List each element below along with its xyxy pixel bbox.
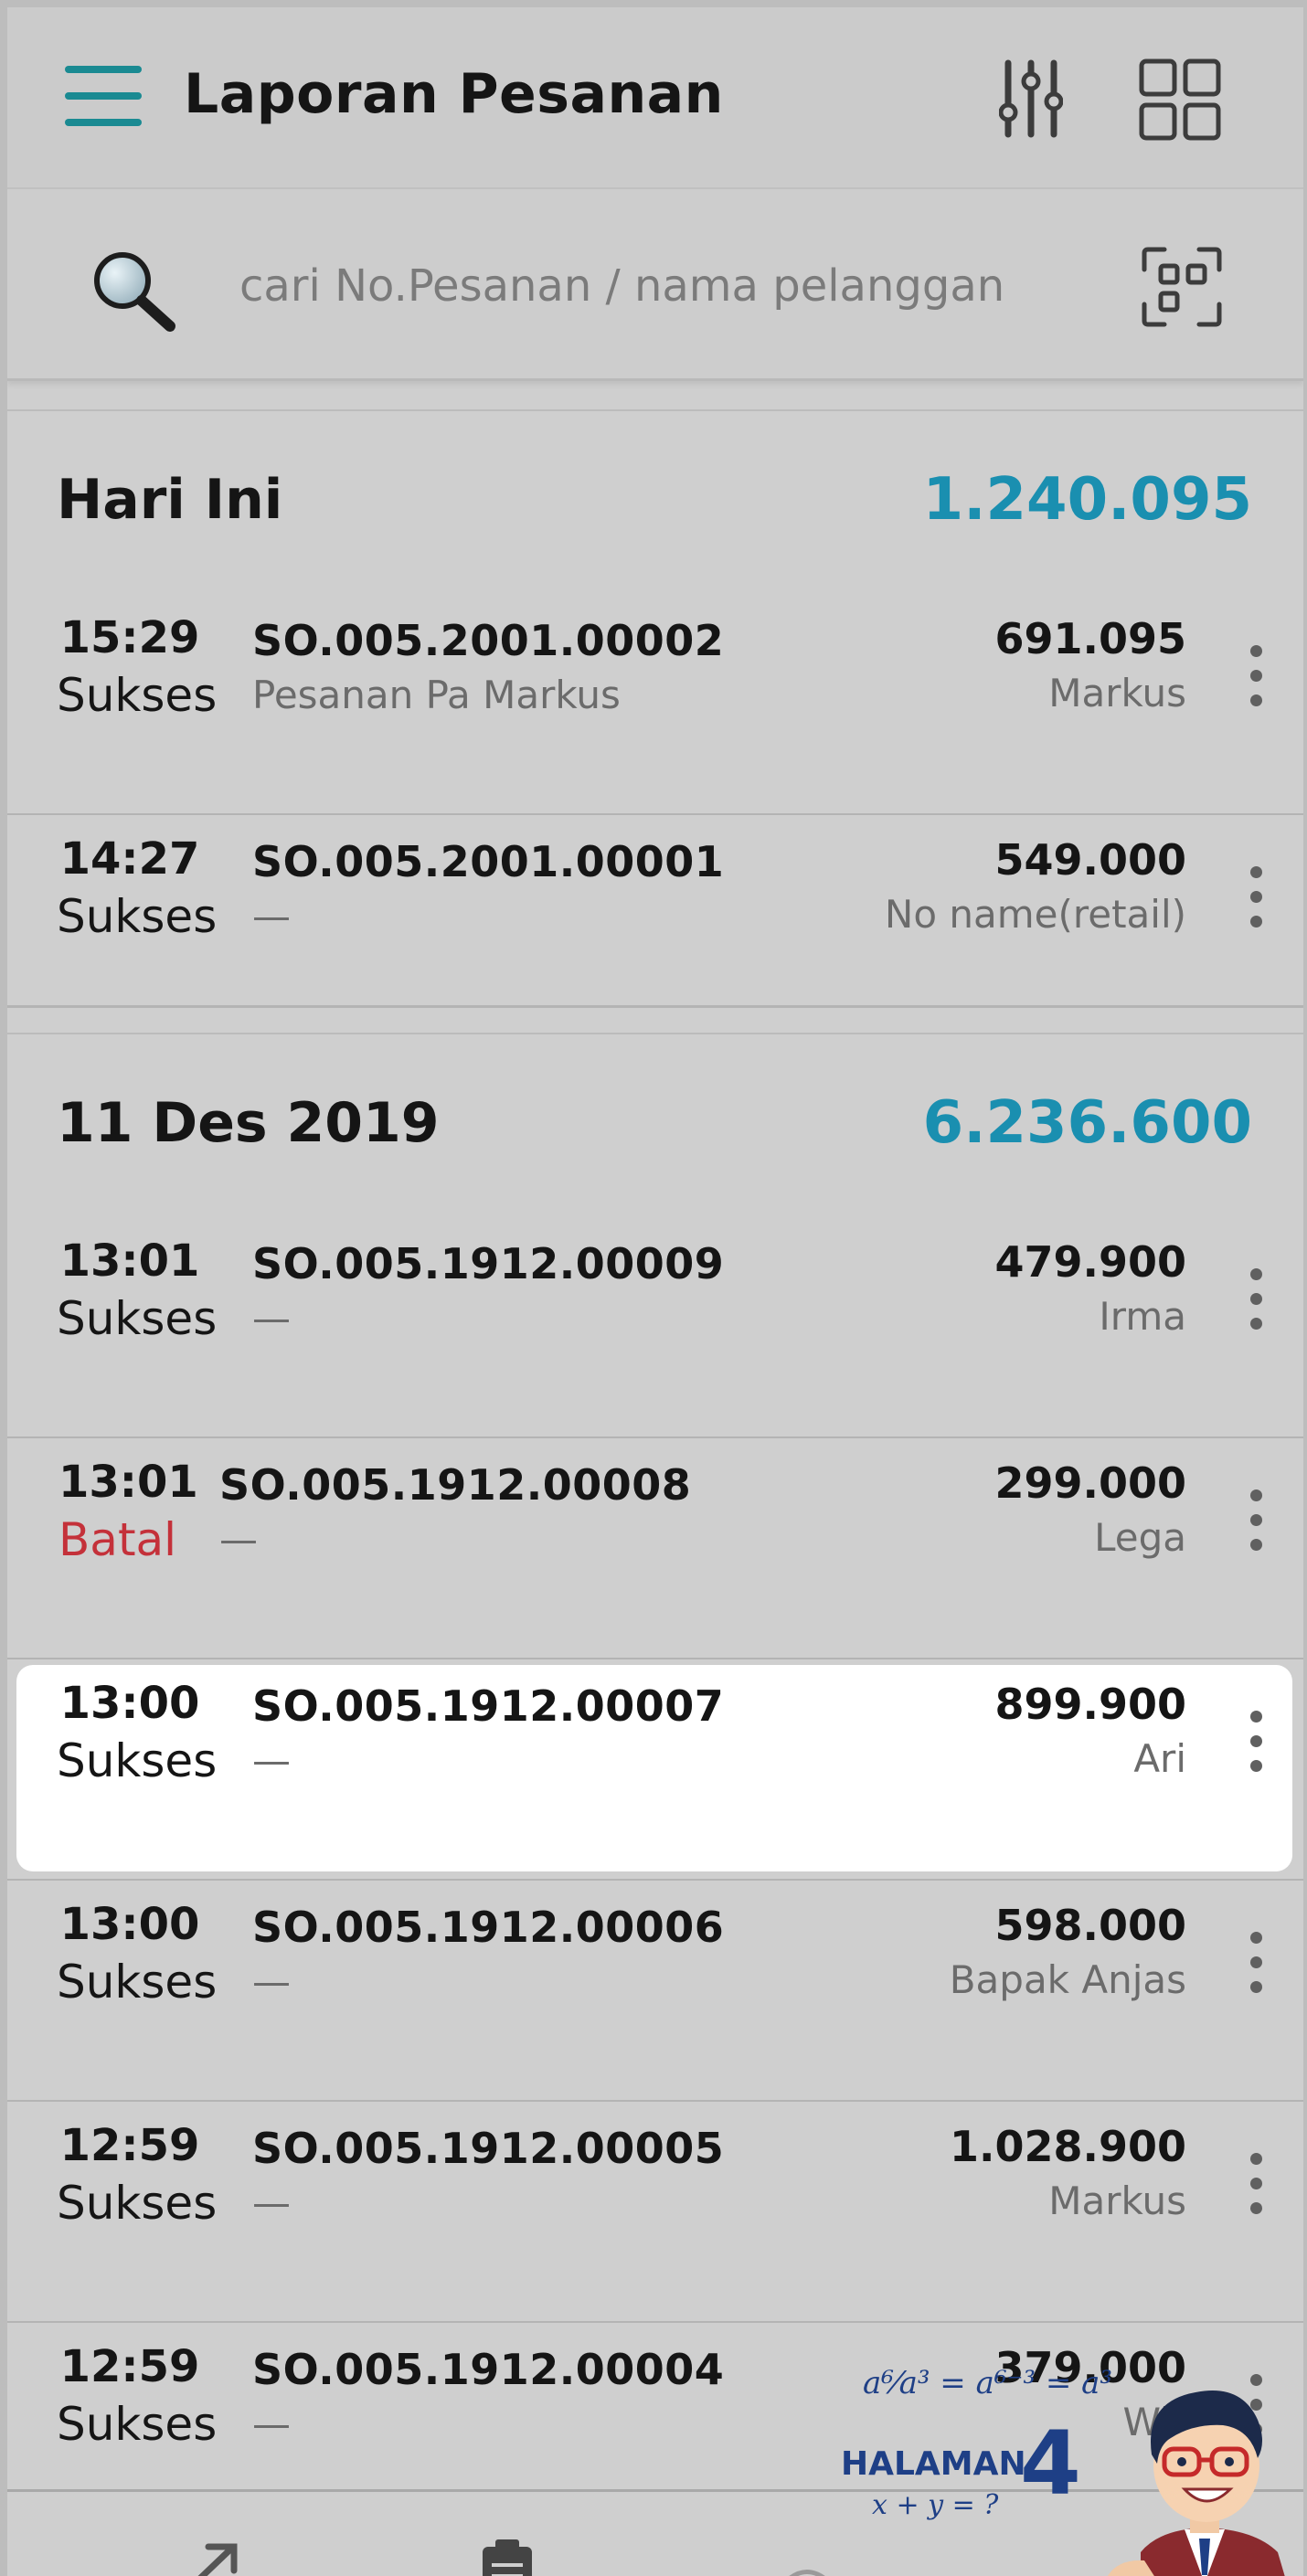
more-options-icon[interactable] [1247, 863, 1265, 936]
order-status: Sukses [57, 1292, 218, 1345]
order-note: — [252, 1296, 291, 1341]
order-note: — [252, 1738, 291, 1783]
order-amount: 598.000 [994, 1901, 1186, 1950]
order-number: SO.005.1912.00007 [252, 1681, 725, 1731]
grid-view-icon[interactable] [1139, 58, 1221, 141]
order-time: 15:29 [59, 612, 200, 663]
group-total: 1.240.095 [922, 466, 1252, 534]
order-row[interactable]: 15:29 Sukses SO.005.2001.00002 Pesanan P… [7, 594, 1303, 815]
hamburger-menu-icon[interactable] [65, 66, 142, 126]
order-amount: 1.028.900 [950, 2122, 1186, 2171]
promo-page-number: 4 [1020, 2412, 1081, 2515]
order-number: SO.005.2001.00002 [252, 616, 725, 665]
customer-name: Markus [1048, 671, 1186, 716]
order-amount: 479.900 [994, 1237, 1186, 1287]
group-date: 11 Des 2019 [57, 1091, 440, 1155]
more-options-icon[interactable] [1247, 1486, 1265, 1559]
more-options-icon[interactable] [1247, 1707, 1265, 1780]
order-amount: 691.095 [994, 614, 1186, 663]
order-time: 14:27 [59, 833, 200, 885]
order-amount: 549.000 [994, 835, 1186, 885]
customer-name: No name(retail) [884, 892, 1186, 937]
order-note: — [252, 2401, 291, 2446]
order-status: Sukses [57, 669, 218, 722]
more-options-icon[interactable] [1247, 2149, 1265, 2222]
order-status: Sukses [57, 1956, 218, 2009]
customer-name: Irma [1099, 1294, 1186, 1339]
promo-label: HALAMAN [841, 2445, 1026, 2483]
order-note: Pesanan Pa Markus [252, 673, 621, 717]
order-note: — [219, 1517, 258, 1562]
order-status: Sukses [57, 890, 218, 943]
order-status: Sukses [57, 2177, 218, 2230]
group-date: Hari Ini [57, 468, 283, 532]
more-options-icon[interactable] [1247, 641, 1265, 715]
order-row[interactable]: 13:01 Sukses SO.005.1912.00009 — 479.900… [7, 1217, 1303, 1438]
customer-name: Lega [1094, 1515, 1186, 1560]
order-number: SO.005.1912.00009 [252, 1239, 725, 1288]
order-amount: 299.000 [994, 1458, 1186, 1508]
order-time: 13:01 [58, 1457, 198, 1508]
order-number: SO.005.2001.00001 [252, 837, 725, 886]
order-note: — [252, 1959, 291, 2004]
search-input[interactable] [238, 244, 1064, 328]
filter-sliders-icon[interactable] [999, 58, 1063, 140]
order-row[interactable]: 12:59 Sukses SO.005.1912.00005 — 1.028.9… [7, 2102, 1303, 2323]
order-time: 12:59 [59, 2120, 200, 2171]
order-group-11-des-2019: 11 Des 2019 6.236.600 13:01 Sukses SO.00… [7, 1033, 1303, 2576]
app-screen: Laporan Pesanan cari No.Pesanan / nama p… [7, 7, 1303, 2576]
order-note: — [252, 894, 291, 938]
order-number: SO.005.1912.00006 [252, 1903, 725, 1952]
cartoon-teacher-icon [1108, 2390, 1285, 2576]
app-bar: Laporan Pesanan [7, 7, 1303, 189]
more-options-icon[interactable] [1247, 1265, 1265, 1338]
barcode-scan-icon[interactable] [1141, 246, 1223, 328]
order-status: Batal [58, 1513, 177, 1566]
group-header: 11 Des 2019 6.236.600 [7, 1034, 1303, 1217]
order-group-today: Hari Ini 1.240.095 15:29 Sukses SO.005.2… [7, 409, 1303, 1008]
order-row[interactable]: 13:00 Sukses SO.005.1912.00006 — 598.000… [7, 1881, 1303, 2102]
order-row[interactable]: 14:27 Sukses SO.005.2001.00001 — 549.000… [7, 815, 1303, 1034]
order-status: Sukses [57, 1734, 218, 1787]
customer-name: Ari [1133, 1736, 1186, 1781]
order-note: — [252, 2180, 291, 2225]
order-row-selected[interactable]: 13:00 Sukses SO.005.1912.00007 — 899.900… [7, 1659, 1303, 1881]
customer-name: Bapak Anjas [949, 1957, 1186, 2002]
customer-name: Markus [1048, 2178, 1186, 2223]
more-options-icon[interactable] [1247, 1928, 1265, 2001]
group-header: Hari Ini 1.240.095 [7, 411, 1303, 594]
order-row[interactable]: 13:01 Batal SO.005.1912.00008 — 299.000 … [7, 1438, 1303, 1659]
promo-sticker: a⁶⁄a³ = a⁶⁻³ = a³ HALAMAN 4 x + y = ? [830, 2356, 1303, 2576]
order-time: 13:00 [59, 1899, 200, 1950]
search-icon [94, 252, 175, 332]
order-number: SO.005.1912.00004 [252, 2345, 725, 2394]
order-number: SO.005.1912.00005 [252, 2124, 725, 2173]
order-time: 12:59 [59, 2341, 200, 2392]
order-amount: 899.900 [994, 1680, 1186, 1729]
order-status: Sukses [57, 2398, 218, 2451]
page-title: Laporan Pesanan [184, 62, 724, 126]
promo-equation: x + y = ? [872, 2489, 999, 2521]
group-total: 6.236.600 [922, 1089, 1252, 1157]
order-number: SO.005.1912.00008 [219, 1460, 692, 1510]
order-time: 13:00 [59, 1678, 200, 1729]
search-bar [7, 189, 1303, 381]
promo-formula: a⁶⁄a³ = a⁶⁻³ = a³ [863, 2365, 1113, 2401]
order-time: 13:01 [59, 1235, 200, 1287]
clipboard-icon[interactable] [475, 2538, 539, 2576]
trend-arrow-icon[interactable] [181, 2538, 245, 2576]
